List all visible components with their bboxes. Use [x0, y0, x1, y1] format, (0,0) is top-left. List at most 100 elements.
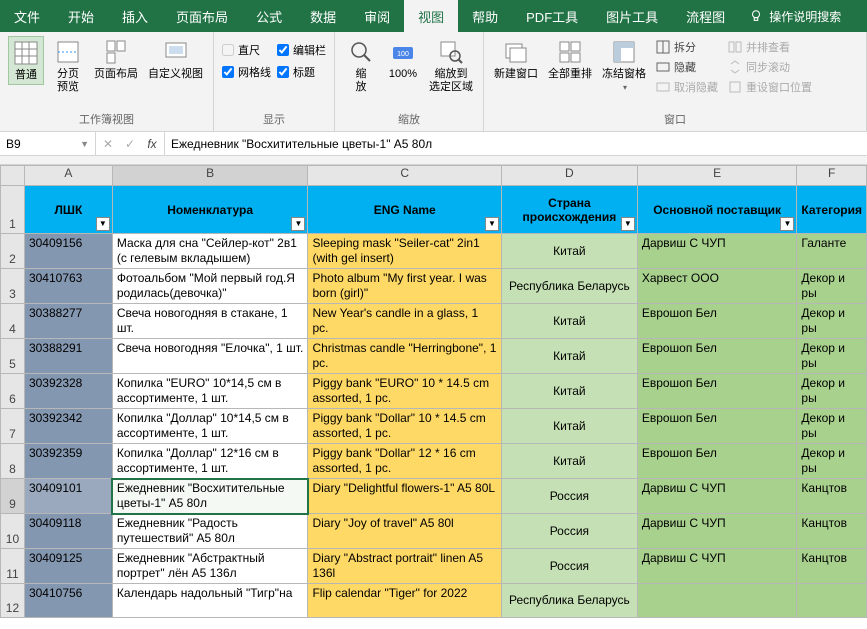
- cell[interactable]: Еврошоп Бел: [637, 444, 797, 479]
- cell[interactable]: Свеча новогодняя "Елочка", 1 шт.: [112, 339, 308, 374]
- cell[interactable]: Sleeping mask "Seiler-cat" 2in1 (with ge…: [308, 234, 502, 269]
- zoom-selection-button[interactable]: 缩放到 选定区域: [427, 36, 475, 96]
- ruler-checkbox[interactable]: 直尺: [222, 42, 271, 58]
- cell[interactable]: Ежедневник "Радость путешествий" А5 80л: [112, 514, 308, 549]
- row-header[interactable]: 12: [1, 584, 25, 618]
- menu-home[interactable]: 开始: [54, 0, 108, 32]
- menu-insert[interactable]: 插入: [108, 0, 162, 32]
- filter-button[interactable]: ▼: [485, 217, 499, 231]
- page-layout-button[interactable]: 页面布局: [92, 36, 140, 83]
- row-header[interactable]: 4: [1, 304, 25, 339]
- cell[interactable]: Декор и ры: [797, 339, 867, 374]
- menu-layout[interactable]: 页面布局: [162, 0, 242, 32]
- row-header[interactable]: 9: [1, 479, 25, 514]
- cell[interactable]: 30410763: [24, 269, 112, 304]
- col-header-e[interactable]: E: [637, 166, 797, 186]
- row-header[interactable]: 11: [1, 549, 25, 584]
- cell[interactable]: 30409118: [24, 514, 112, 549]
- row-header[interactable]: 6: [1, 374, 25, 409]
- menu-formulas[interactable]: 公式: [242, 0, 296, 32]
- cell[interactable]: [637, 584, 797, 618]
- menu-data[interactable]: 数据: [296, 0, 350, 32]
- menu-file[interactable]: 文件: [0, 0, 54, 32]
- insert-function-button[interactable]: fx: [144, 137, 160, 151]
- zoom-100-button[interactable]: 100 100%: [385, 36, 421, 83]
- header-cell[interactable]: ЛШК▼: [24, 186, 112, 234]
- name-box[interactable]: B9 ▼: [0, 132, 96, 155]
- normal-view-button[interactable]: 普通: [8, 36, 44, 85]
- spreadsheet-grid[interactable]: A B C D E F 1 ЛШК▼ Номенклатура▼ ENG Nam…: [0, 165, 867, 618]
- cell[interactable]: 30392328: [24, 374, 112, 409]
- cell[interactable]: [797, 584, 867, 618]
- new-window-button[interactable]: 新建窗口: [492, 36, 540, 83]
- cell[interactable]: 30409156: [24, 234, 112, 269]
- cell[interactable]: Маска для сна "Сейлер-кот" 2в1 (с гелевы…: [112, 234, 308, 269]
- cell[interactable]: 30409101: [24, 479, 112, 514]
- col-header-d[interactable]: D: [501, 166, 637, 186]
- cell[interactable]: Копилка "Доллар" 12*16 см в ассортименте…: [112, 444, 308, 479]
- cell[interactable]: Декор и ры: [797, 444, 867, 479]
- row-header[interactable]: 5: [1, 339, 25, 374]
- menu-view[interactable]: 视图: [404, 0, 458, 32]
- cell[interactable]: Diary "Joy of travel" A5 80l: [308, 514, 502, 549]
- page-break-button[interactable]: 分页 预览: [50, 36, 86, 96]
- col-header-c[interactable]: C: [308, 166, 502, 186]
- cell[interactable]: Еврошоп Бел: [637, 409, 797, 444]
- cell[interactable]: 30392342: [24, 409, 112, 444]
- view-side-button[interactable]: 并排查看: [726, 38, 814, 56]
- cell[interactable]: Китай: [501, 339, 637, 374]
- filter-button[interactable]: ▼: [780, 217, 794, 231]
- cell[interactable]: 30410756: [24, 584, 112, 618]
- arrange-all-button[interactable]: 全部重排: [546, 36, 594, 83]
- header-cell[interactable]: Страна происхождения▼: [501, 186, 637, 234]
- cell[interactable]: Diary "Delightful flowers-1" A5 80L: [308, 479, 502, 514]
- cell[interactable]: Дарвиш С ЧУП: [637, 549, 797, 584]
- cell[interactable]: Копилка "Доллар" 10*14,5 см в ассортимен…: [112, 409, 308, 444]
- zoom-button[interactable]: 缩 放: [343, 36, 379, 96]
- row-header-1[interactable]: 1: [1, 186, 25, 234]
- row-header[interactable]: 7: [1, 409, 25, 444]
- col-header-f[interactable]: F: [797, 166, 867, 186]
- cell[interactable]: Декор и ры: [797, 304, 867, 339]
- col-header-b[interactable]: B: [112, 166, 308, 186]
- cell[interactable]: Свеча новогодняя в стакане, 1 шт.: [112, 304, 308, 339]
- menu-pic[interactable]: 图片工具: [592, 0, 672, 32]
- cell[interactable]: 30392359: [24, 444, 112, 479]
- cell[interactable]: Дарвиш С ЧУП: [637, 479, 797, 514]
- cell[interactable]: Ежедневник "Абстрактный портрет" лён А5 …: [112, 549, 308, 584]
- formula-bar-checkbox[interactable]: 编辑栏: [277, 42, 326, 58]
- cell[interactable]: Республика Беларусь: [501, 269, 637, 304]
- cell[interactable]: Календарь надольный "Тигр"на: [112, 584, 308, 618]
- cell[interactable]: Канцтов: [797, 514, 867, 549]
- cell[interactable]: Дарвиш С ЧУП: [637, 234, 797, 269]
- cell[interactable]: Diary "Abstract portrait" linen A5 136l: [308, 549, 502, 584]
- cell[interactable]: Китай: [501, 444, 637, 479]
- cell[interactable]: Piggy bank "Dollar" 10 * 14.5 cm assorte…: [308, 409, 502, 444]
- cell[interactable]: Декор и ры: [797, 374, 867, 409]
- cell[interactable]: 30409125: [24, 549, 112, 584]
- header-cell[interactable]: ENG Name▼: [308, 186, 502, 234]
- cell[interactable]: Галанте: [797, 234, 867, 269]
- cell[interactable]: Канцтов: [797, 479, 867, 514]
- row-header[interactable]: 3: [1, 269, 25, 304]
- cell[interactable]: Piggy bank "Dollar" 12 * 16 cm assorted,…: [308, 444, 502, 479]
- header-cell[interactable]: Категория: [797, 186, 867, 234]
- unhide-button[interactable]: 取消隐藏: [654, 78, 720, 96]
- filter-button[interactable]: ▼: [96, 217, 110, 231]
- cell[interactable]: Китай: [501, 374, 637, 409]
- cell[interactable]: 30388291: [24, 339, 112, 374]
- header-cell[interactable]: Основной поставщик▼: [637, 186, 797, 234]
- row-header[interactable]: 2: [1, 234, 25, 269]
- cell[interactable]: Россия: [501, 549, 637, 584]
- menu-pdf[interactable]: PDF工具: [512, 0, 592, 32]
- headings-checkbox[interactable]: 标题: [277, 64, 326, 80]
- cell[interactable]: Китай: [501, 234, 637, 269]
- cell[interactable]: Еврошоп Бел: [637, 304, 797, 339]
- sync-scroll-button[interactable]: 同步滚动: [726, 58, 814, 76]
- cell[interactable]: Россия: [501, 514, 637, 549]
- select-all-corner[interactable]: [1, 166, 25, 186]
- cell[interactable]: Christmas candle "Herringbone", 1 pc.: [308, 339, 502, 374]
- menu-review[interactable]: 审阅: [350, 0, 404, 32]
- filter-button[interactable]: ▼: [291, 217, 305, 231]
- cell[interactable]: Канцтов: [797, 549, 867, 584]
